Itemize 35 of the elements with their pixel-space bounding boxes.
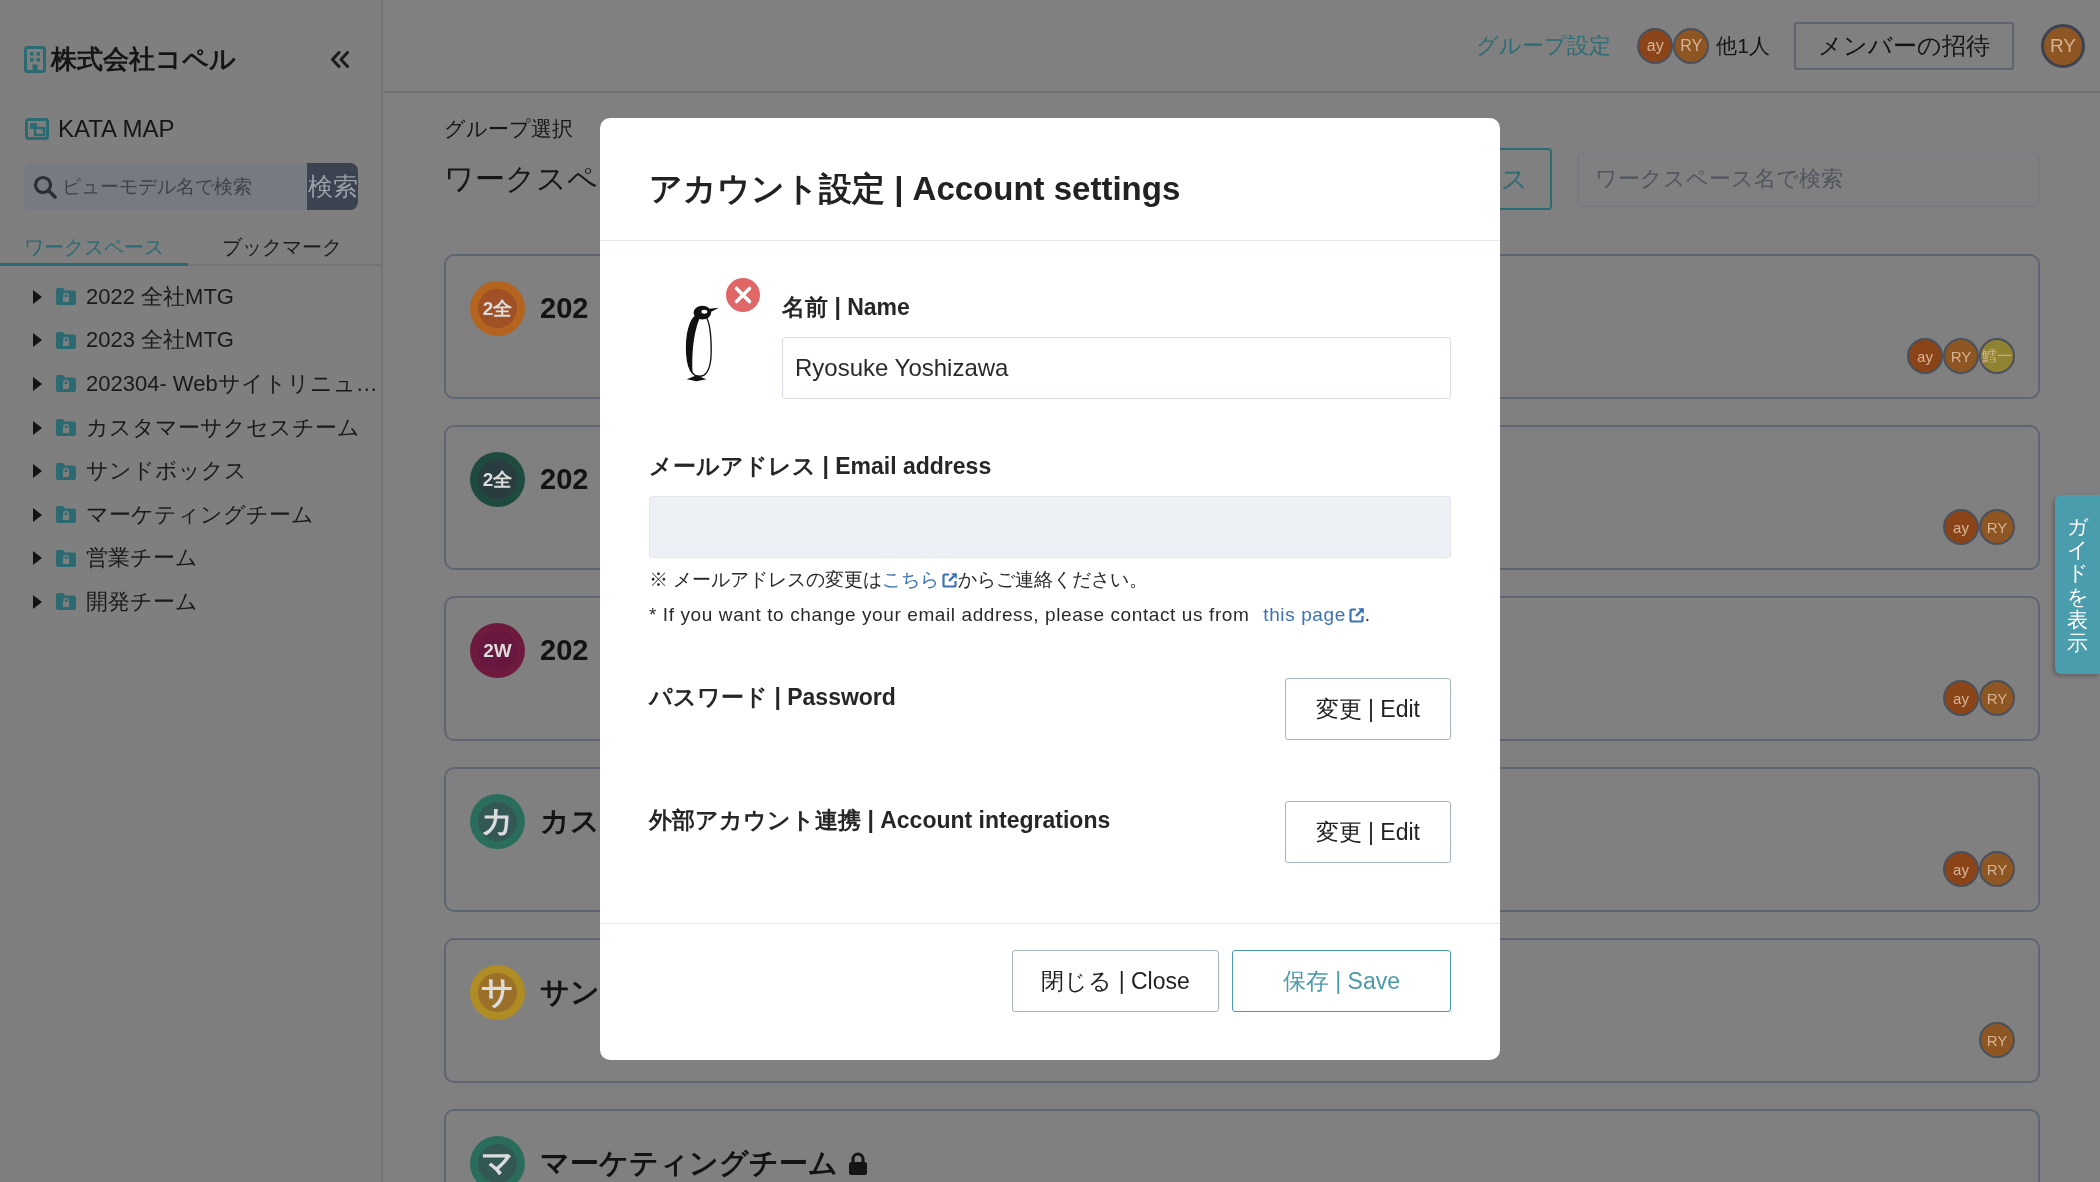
- member-avatar: RY: [1979, 851, 2015, 887]
- member-avatar: RY: [1673, 27, 1710, 64]
- field-label: 名前 | Name: [782, 293, 910, 322]
- member-avatar: ay: [1943, 680, 1979, 716]
- member-avatar: RY: [1979, 1022, 2015, 1058]
- workspace-badge: 2W: [470, 623, 525, 678]
- help-text: * If you want to change your email address, please contact us from this page .: [649, 603, 1371, 627]
- help-text: ※ メールアドレスの変更はこちら からご連絡ください。: [649, 568, 1149, 592]
- workspace-title: 202: [540, 463, 589, 496]
- field-label: メールアドレス | Email address: [649, 452, 992, 481]
- member-avatar: RY: [1979, 680, 2015, 716]
- workspace-badge: サ: [470, 965, 525, 1020]
- workspace-title: マーケティングチーム: [540, 1145, 838, 1181]
- workspace-title: 202: [540, 292, 589, 325]
- setting-label: パスワード | Password: [649, 683, 896, 712]
- workspace-badge: マ: [470, 1136, 525, 1182]
- page-title: ワークスペ: [444, 160, 598, 197]
- workspace-badge: 2全: [470, 452, 525, 507]
- setting-label: 外部アカウント連携 | Account integrations: [649, 806, 1111, 835]
- member-count: 他1人: [1716, 32, 1770, 59]
- dialog-title: アカウント設定 | Account settings: [649, 169, 1181, 209]
- breadcrumb-text: グループ選択: [444, 116, 573, 142]
- member-avatar: ay: [1637, 27, 1674, 64]
- workspace-title: カス: [540, 803, 600, 839]
- company-name: 株式会社コペル: [51, 44, 236, 74]
- member-avatar: ay: [1907, 338, 1943, 374]
- member-avatar: RY: [1979, 509, 2015, 545]
- workspace-title: サン: [540, 974, 600, 1010]
- workspace-badge: 2全: [470, 281, 525, 336]
- member-avatar: 鱈一: [1979, 338, 2015, 374]
- workspace-badge: カ: [470, 794, 525, 849]
- member-avatar: ay: [1943, 509, 1979, 545]
- member-avatar: RY: [1943, 338, 1979, 374]
- workspace-title: 202: [540, 634, 589, 667]
- member-avatar: ay: [1943, 851, 1979, 887]
